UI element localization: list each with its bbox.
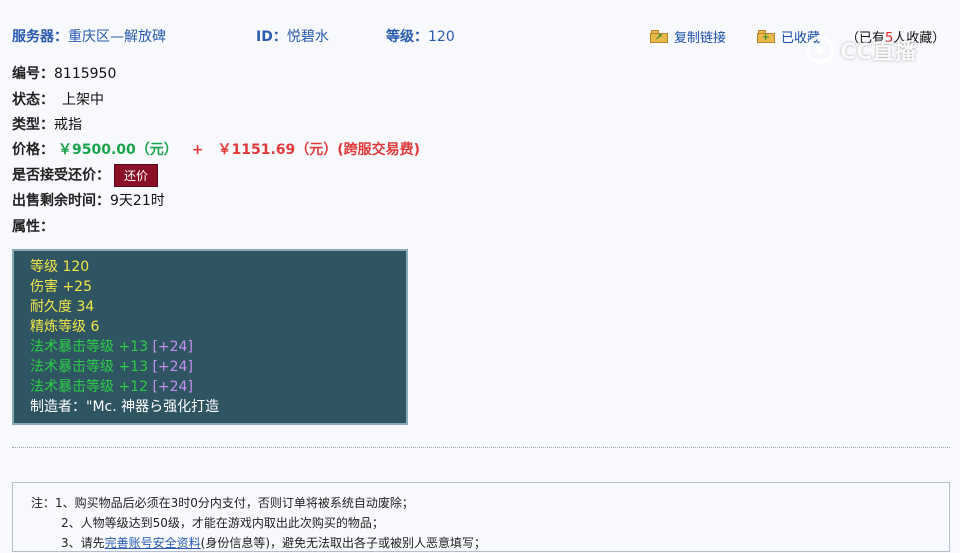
notice-line-3: 3、请先完善账号安全资料(身份信息等)，避免无法取出各子或被别人恶意填写；	[31, 533, 949, 553]
copy-link-button[interactable]: ↗ 复制链接	[650, 27, 726, 46]
cc-logo-icon	[806, 36, 834, 64]
section-divider	[12, 447, 950, 448]
price-plus: +	[191, 142, 204, 158]
attr-level: 等级 120	[30, 259, 90, 275]
notice-line-3-suffix: (身份信息等)，避免无法取出各子或被别人恶意填写；	[200, 536, 487, 550]
attr-crit-1-bonus: [+24]	[152, 339, 193, 355]
item-number-label: 编号：	[12, 66, 54, 82]
attr-crit-2-bonus: [+24]	[152, 359, 193, 375]
item-type-value: 戒指	[54, 117, 82, 133]
item-status-label: 状态：	[12, 92, 54, 108]
server-info: 服务器：重庆区—解放碑	[12, 26, 166, 46]
notice-line-3-prefix: 3、请先	[61, 536, 105, 550]
attr-crit-2-main: 法术暴击等级 +13	[30, 359, 148, 375]
attr-crit-1-main: 法术暴击等级 +13	[30, 339, 148, 355]
server-value: 重庆区—解放碑	[68, 29, 166, 45]
counter-offer-button[interactable]: 还价	[114, 164, 159, 187]
attributes-row: 属性：	[12, 216, 54, 236]
seller-id-value: 悦碧水	[286, 29, 329, 45]
copy-link-label: 复制链接	[674, 31, 727, 46]
price-fee: ￥1151.69（元）(跨服交易费)	[217, 142, 421, 158]
time-left-label: 出售剩余时间：	[12, 193, 110, 209]
item-price-row: 价格： ￥9500.00（元） + ￥1151.69（元）(跨服交易费)	[12, 139, 420, 159]
stream-watermark: CC直播	[806, 32, 936, 68]
attr-crit-2: 法术暴击等级 +13 [+24]	[30, 357, 406, 377]
counter-offer-row: 是否接受还价： 还价	[12, 164, 159, 187]
price-main: ￥9500.00（元）	[58, 142, 178, 158]
item-type-row: 类型：戒指	[12, 114, 82, 134]
attr-damage: 伤害 +25	[30, 279, 92, 295]
item-number-value: 8115950	[54, 66, 117, 82]
attribute-panel: 等级 120 伤害 +25 耐久度 34 精炼等级 6 法术暴击等级 +13 […	[12, 249, 408, 425]
seller-id-label: ID：	[256, 29, 287, 45]
watermark-text: CC直播	[840, 40, 917, 65]
item-number-row: 编号：8115950	[12, 63, 116, 83]
notice-line-1: 注：1、购买物品后必须在3时0分内支付，否则订单将被系统自动废除；	[31, 496, 414, 510]
notice-line-2: 2、人物等级达到50级，才能在游戏内取出此次购买的物品；	[61, 516, 384, 530]
item-price-label: 价格：	[12, 142, 54, 158]
time-left-row: 出售剩余时间：9天21时	[12, 190, 165, 210]
seller-level-label: 等级：	[386, 29, 428, 45]
attr-crit-3: 法术暴击等级 +12 [+24]	[30, 377, 406, 397]
attr-durability: 耐久度 34	[30, 299, 95, 315]
attr-crit-3-main: 法术暴击等级 +12	[30, 379, 148, 395]
purchase-notice: 注：1、购买物品后必须在3时0分内支付，否则订单将被系统自动废除； 2、人物等级…	[12, 482, 950, 552]
time-left-value: 9天21时	[110, 193, 165, 209]
folder-star-icon: +	[757, 30, 775, 43]
seller-level-info: 等级：120	[386, 26, 455, 46]
attributes-label: 属性：	[12, 219, 54, 235]
seller-level-value: 120	[428, 29, 455, 45]
attr-refine: 精炼等级 6	[30, 319, 100, 335]
attr-maker: 制造者："Mc. 神器ら强化打造	[30, 399, 220, 415]
item-status-value: 上架中	[62, 92, 104, 108]
attr-crit-1: 法术暴击等级 +13 [+24]	[30, 337, 406, 357]
attr-crit-3-bonus: [+24]	[152, 379, 193, 395]
seller-id-info: ID：悦碧水	[256, 26, 329, 46]
server-label: 服务器：	[12, 29, 68, 45]
counter-offer-label: 是否接受还价：	[12, 167, 110, 184]
folder-link-icon: ↗	[650, 30, 668, 43]
account-security-link[interactable]: 完善账号安全资料	[105, 536, 201, 550]
item-type-label: 类型：	[12, 117, 54, 133]
item-status-row: 状态： 上架中	[12, 89, 104, 109]
